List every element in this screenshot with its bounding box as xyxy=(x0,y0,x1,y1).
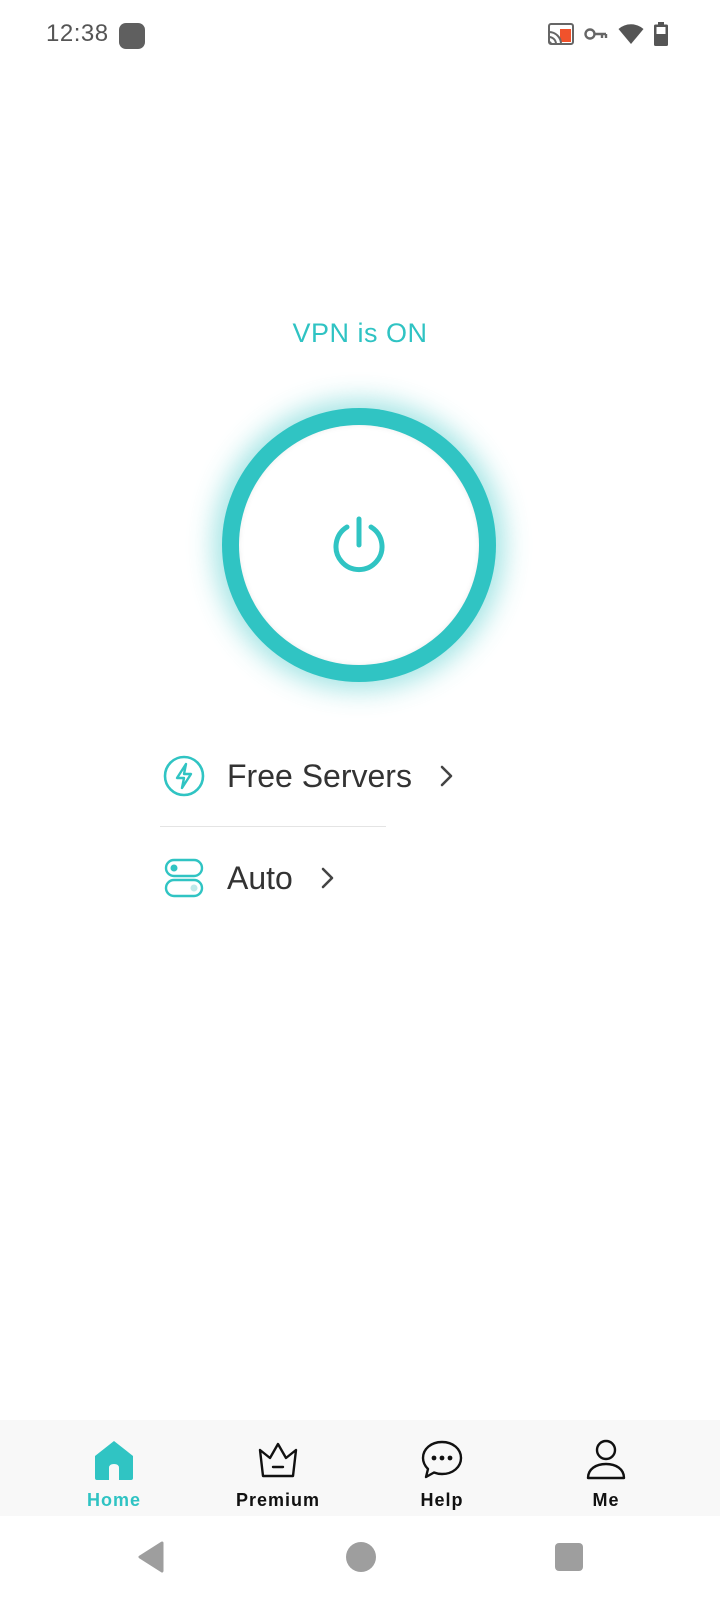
app-notification-icon xyxy=(119,23,145,49)
crown-icon xyxy=(258,1442,298,1478)
power-button[interactable] xyxy=(222,408,496,682)
status-time: 12:38 xyxy=(46,20,109,47)
nav-item-home[interactable]: Home xyxy=(32,1420,196,1516)
battery-icon xyxy=(654,22,668,46)
auto-label: Auto xyxy=(227,859,293,896)
wifi-icon xyxy=(618,23,644,45)
free-servers-label: Free Servers xyxy=(227,757,412,794)
back-icon[interactable] xyxy=(136,1540,166,1574)
vpn-key-icon xyxy=(584,26,608,42)
chat-icon xyxy=(421,1440,463,1479)
status-bar: 12:38 xyxy=(0,0,720,72)
divider xyxy=(160,826,386,827)
free-servers-option[interactable]: Free Servers xyxy=(163,746,458,806)
home-icon xyxy=(95,1441,133,1480)
nav-item-help[interactable]: Help xyxy=(360,1420,524,1516)
auto-option[interactable]: Auto xyxy=(163,848,339,908)
lightning-icon xyxy=(163,755,205,797)
system-navigation-bar xyxy=(0,1516,720,1600)
chevron-right-icon xyxy=(440,765,453,787)
bottom-navigation: Home Premium Help Me xyxy=(0,1420,720,1516)
toggle-icon xyxy=(163,857,205,899)
nav-label-home: Home xyxy=(86,1490,141,1510)
nav-label-me: Me xyxy=(592,1490,620,1510)
status-icons xyxy=(548,22,668,46)
power-icon xyxy=(333,516,385,573)
nav-item-me[interactable]: Me xyxy=(524,1420,688,1516)
nav-item-premium[interactable]: Premium xyxy=(196,1420,360,1516)
recent-apps-button[interactable] xyxy=(555,1543,583,1571)
vpn-status-text: VPN is ON xyxy=(292,318,428,348)
chevron-right-icon xyxy=(321,867,334,889)
power-button-face xyxy=(239,425,479,665)
user-icon xyxy=(586,1439,626,1480)
nav-label-help: Help xyxy=(420,1490,464,1510)
cast-icon xyxy=(548,23,574,45)
nav-label-premium: Premium xyxy=(235,1490,321,1510)
home-system-button[interactable] xyxy=(346,1542,376,1572)
